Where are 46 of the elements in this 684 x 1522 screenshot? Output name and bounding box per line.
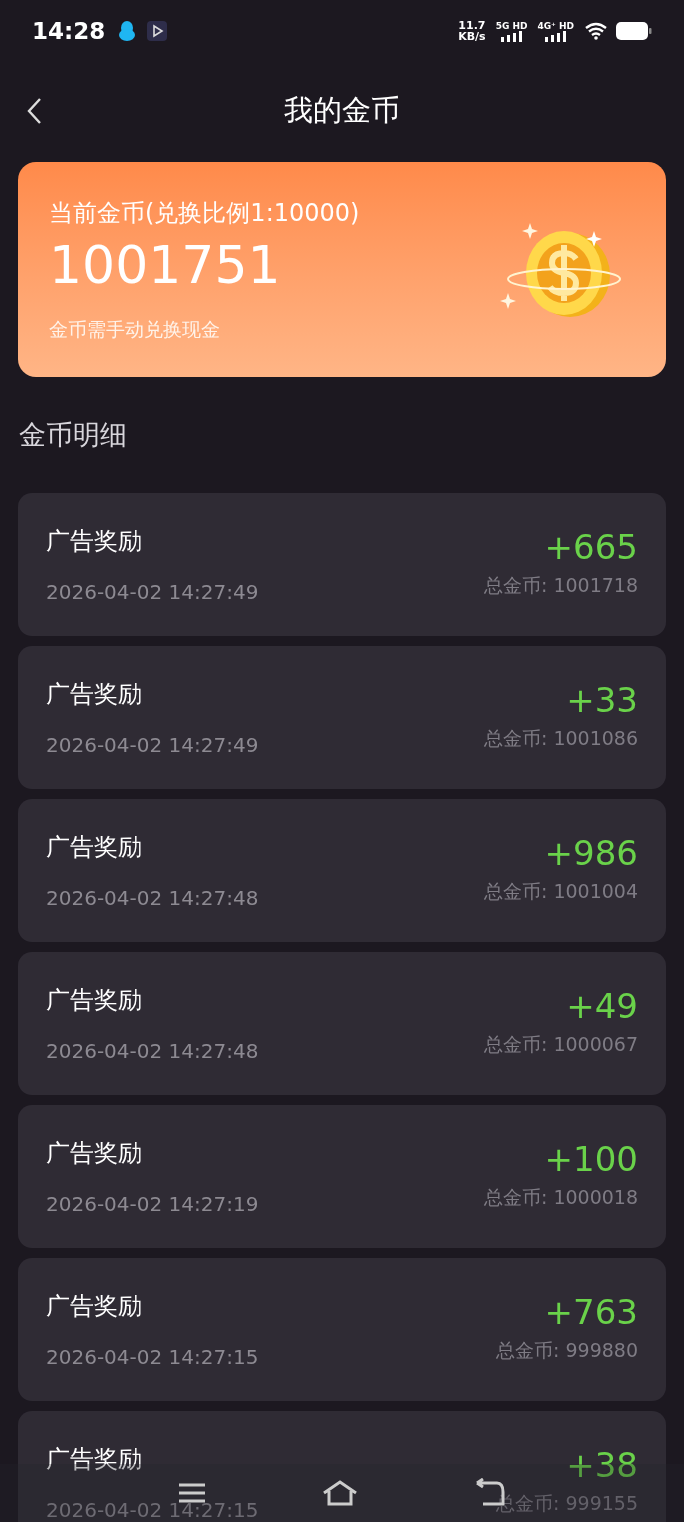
- balance-value: 1001751: [49, 234, 282, 298]
- record-total: 总金币: 1001004: [483, 879, 638, 904]
- signal-icon: [544, 30, 567, 42]
- record-amount: +33: [566, 679, 638, 722]
- signal-icon: [500, 30, 523, 42]
- record-time: 2026-04-02 14:27:49: [46, 732, 259, 759]
- record-time: 2026-04-02 14:27:48: [46, 1038, 259, 1065]
- speed-unit: KB/s: [458, 31, 486, 42]
- battery-icon: [616, 22, 652, 40]
- record-time: 2026-04-02 14:27:49: [46, 579, 259, 606]
- record-time: 2026-04-02 14:27:19: [46, 1191, 259, 1218]
- penguin-icon: [117, 20, 138, 42]
- page-title: 我的金币: [284, 92, 400, 130]
- record-amount: +38: [566, 1444, 638, 1487]
- menu-icon[interactable]: [177, 1482, 207, 1504]
- record-amount: +986: [544, 832, 638, 875]
- network-label: 4G⁺ HD: [537, 20, 574, 31]
- record-total: 总金币: 1000018: [483, 1185, 638, 1210]
- record-total: 总金币: 999880: [496, 1338, 638, 1363]
- record-title: 广告奖励: [46, 526, 143, 557]
- balance-note: 金币需手动兑换现金: [49, 317, 221, 343]
- record-title: 广告奖励: [46, 1138, 143, 1169]
- section-title: 金币明细: [19, 417, 127, 452]
- record-total: 总金币: 1000067: [483, 1032, 638, 1057]
- record-title: 广告奖励: [46, 679, 143, 710]
- network-label: 5G HD: [495, 20, 528, 31]
- home-icon[interactable]: [321, 1479, 359, 1507]
- record-title: 广告奖励: [46, 985, 143, 1016]
- record-title: 广告奖励: [46, 1444, 143, 1475]
- network-speed: 11.7: [458, 20, 486, 31]
- record-title: 广告奖励: [46, 1291, 143, 1322]
- record-time: 2026-04-02 14:27:48: [46, 885, 259, 912]
- record-amount: +665: [544, 526, 638, 569]
- balance-label: 当前金币(兑换比例1:10000): [49, 198, 361, 230]
- record-title: 广告奖励: [46, 832, 143, 863]
- record-amount: +763: [544, 1291, 638, 1334]
- record-total: 总金币: 1001718: [483, 573, 638, 598]
- wifi-icon: [584, 22, 608, 40]
- record-amount: +49: [566, 985, 638, 1028]
- record-total: 总金币: 1001086: [483, 726, 638, 751]
- status-time: 14:28: [32, 16, 106, 46]
- record-time: 2026-04-02 14:27:15: [46, 1497, 259, 1522]
- back-icon[interactable]: [26, 97, 42, 125]
- play-app-icon: [147, 21, 168, 41]
- record-amount: +100: [544, 1138, 638, 1181]
- record-time: 2026-04-02 14:27:15: [46, 1344, 259, 1371]
